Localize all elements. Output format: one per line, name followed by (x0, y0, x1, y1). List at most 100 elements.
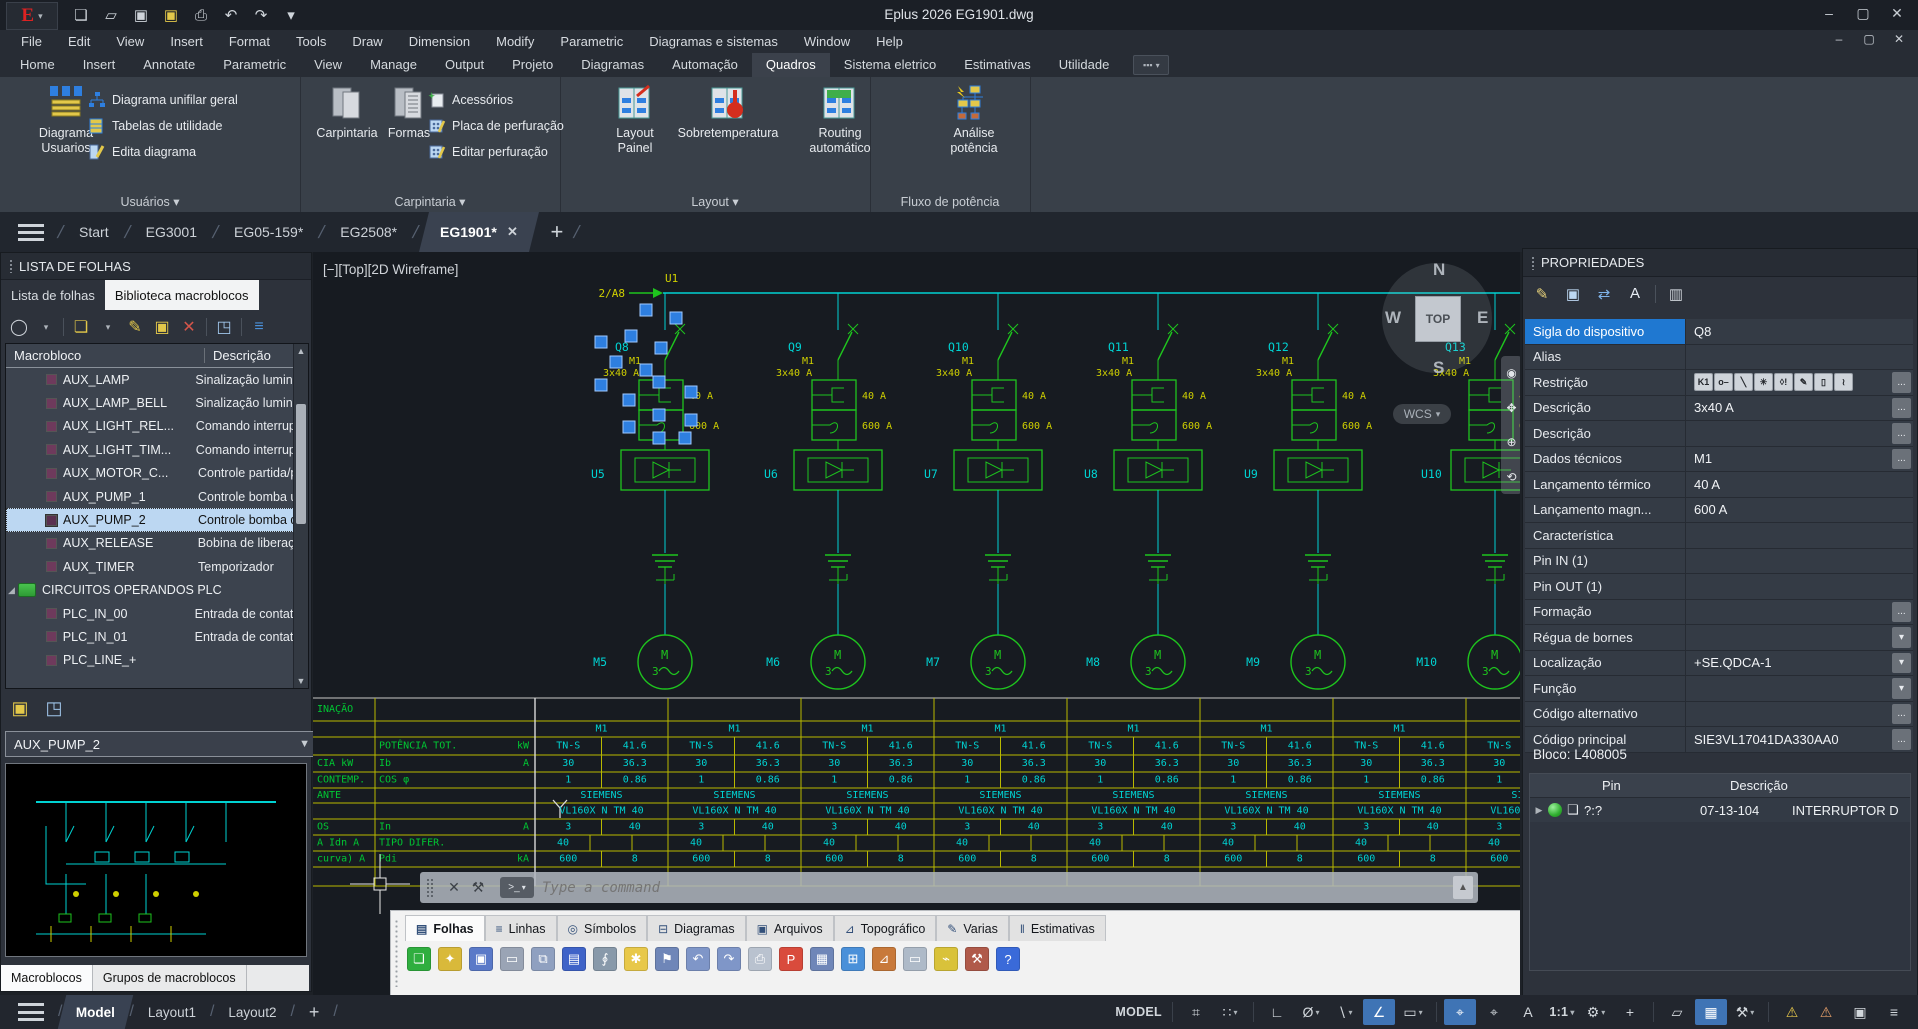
delete-macro-icon[interactable]: ✕ (179, 317, 199, 337)
minimize-button[interactable]: – (1824, 28, 1854, 50)
isodraft-icon[interactable]: ∖▾ (1329, 999, 1361, 1025)
save-sheet-icon[interactable]: ▣ (469, 947, 493, 971)
sheet-panel-header[interactable]: LISTA DE FOLHAS (1, 253, 311, 280)
close-icon[interactable]: ✕ (507, 224, 518, 240)
scroll-down-icon[interactable]: ▼ (294, 674, 308, 688)
grid-icon[interactable]: ⌗ (1180, 999, 1212, 1025)
command-input[interactable] (540, 879, 1453, 897)
frame-icon[interactable]: ▭ (903, 947, 927, 971)
command-line[interactable]: ✕ ⚒ >_ ▾ ▲ (420, 872, 1478, 903)
palette-tab-estimativas[interactable]: ‖Estimativas (1009, 915, 1106, 941)
wcs-dropdown[interactable]: WCS▾ (1393, 404, 1451, 424)
scroll-up-icon[interactable]: ▲ (294, 344, 308, 358)
help-icon[interactable]: ? (996, 947, 1020, 971)
more-button[interactable]: ... (1892, 449, 1911, 470)
ribbon-tab-output[interactable]: Output (431, 53, 498, 77)
ribbon-button-diagrama-unifilar-geral[interactable]: Diagrama unifilar geral (88, 87, 238, 112)
row-expand-icon[interactable]: ▶ (1530, 805, 1548, 816)
drawing-tab-start[interactable]: Start (63, 212, 125, 252)
column-header-descricao[interactable]: Descrição (205, 348, 271, 363)
command-prompt-icon[interactable]: >_ ▾ (500, 877, 534, 898)
edit-macro-icon[interactable]: ✎ (125, 317, 145, 337)
menu-edit[interactable]: Edit (55, 30, 103, 53)
drawing-canvas[interactable]: 2/A8U1Q8M13x40 A40 A600 AU5M3M5Q9M13x40 … (313, 252, 1520, 995)
dynamic-input-icon[interactable]: ▭▾ (1397, 999, 1429, 1025)
drawing-tab-eg2508[interactable]: EG2508* (324, 212, 413, 252)
tags-icon[interactable]: ▣ (1562, 283, 1584, 305)
scale-button[interactable]: 1:1▾ (1546, 999, 1578, 1025)
dropdown-icon[interactable]: ▾ (36, 317, 56, 337)
restriction-icon[interactable]: o– (1714, 373, 1733, 391)
macroblock-row-circuitos-operandos-plc[interactable]: ◢CIRCUITOS OPERANDOS PLC (6, 579, 308, 602)
property-row-c-digo-alternativo[interactable]: Código alternativo... (1525, 702, 1913, 728)
new-layout-button[interactable]: + (295, 995, 334, 1029)
macroblock-row-aux-motor-c-[interactable]: AUX_MOTOR_C...Controle partida/p... (6, 462, 308, 485)
palette-tab-topogr-fico[interactable]: ⊿Topográfico (834, 915, 937, 941)
viewcube-west[interactable]: W (1385, 308, 1401, 328)
macroblock-row-aux-release[interactable]: AUX_RELEASEBobina de liberação (6, 532, 308, 555)
ribbon-tab-annotate[interactable]: Annotate (129, 53, 209, 77)
snap-icon[interactable]: ∷▾ (1214, 999, 1246, 1025)
more-button[interactable]: ... (1892, 398, 1911, 419)
clip-icon[interactable]: ∮ (593, 947, 617, 971)
property-row-sigla-do-dispositivo[interactable]: Sigla do dispositivoQ8 (1525, 319, 1913, 345)
edit-properties-icon[interactable]: ✎ (1531, 283, 1553, 305)
macroblock-row-plc-in-00[interactable]: PLC_IN_00Entrada de contato... (6, 602, 308, 625)
card-icon[interactable]: ▭ (500, 947, 524, 971)
gear-icon[interactable]: ⚙▾ (1580, 999, 1612, 1025)
menu-icon[interactable] (18, 1003, 44, 1021)
orbit-icon[interactable]: ⟲ (1506, 470, 1516, 484)
macroblock-row-plc-line-[interactable]: PLC_LINE_+ (6, 649, 308, 672)
properties-header[interactable]: PROPRIEDADES (1523, 249, 1917, 277)
restriction-icon[interactable]: K1 (1694, 373, 1713, 391)
property-row-r-gua-de-bornes[interactable]: Régua de bornes▾ (1525, 625, 1913, 651)
sync-icon[interactable]: ⇄ (1593, 283, 1615, 305)
footer-tab-grupos-de-macroblocos[interactable]: Grupos de macroblocos (93, 965, 247, 991)
palette-tab-s-mbolos[interactable]: ◎Símbolos (557, 915, 648, 941)
panel-icon[interactable]: ▥ (1665, 283, 1687, 305)
more-button[interactable]: ... (1892, 704, 1911, 725)
macroblock-row-aux-light-rel-[interactable]: AUX_LIGHT_REL...Comando interrupt... (6, 415, 308, 438)
restriction-icon[interactable]: ◊! (1774, 373, 1793, 391)
wizard-icon[interactable]: ✦ (438, 947, 462, 971)
wrench-icon[interactable]: ⚒▾ (1729, 999, 1761, 1025)
copy-sheet-icon[interactable]: ⧉ (531, 947, 555, 971)
ribbon-tab-quadros[interactable]: Quadros (752, 53, 830, 77)
undo-icon[interactable]: ↶ (220, 4, 242, 26)
monitor-icon[interactable]: ▦ (810, 947, 834, 971)
menu-insert[interactable]: Insert (157, 30, 216, 53)
zoom-icon[interactable]: ⊕ (1506, 435, 1516, 449)
model-space-button[interactable]: MODEL (1112, 999, 1165, 1025)
grid-blocks-icon[interactable]: ⊞ (841, 947, 865, 971)
menu-view[interactable]: View (103, 30, 157, 53)
property-row-alias[interactable]: Alias (1525, 345, 1913, 371)
search-icon[interactable]: ◯ (9, 317, 29, 337)
ortho-icon[interactable]: ∟ (1261, 999, 1293, 1025)
broom-icon[interactable]: ⌁ (934, 947, 958, 971)
palette-tab-linhas[interactable]: ≡Linhas (485, 915, 557, 941)
hammer-icon[interactable]: ⚒ (965, 947, 989, 971)
ribbon-button-tabelas-de-utilidade[interactable]: Tabelas de utilidade (88, 113, 223, 138)
steering-wheel-icon[interactable]: ◉ (1506, 366, 1516, 380)
pin-table-row[interactable]: ▶❑?:?07-13-104INTERRUPTOR D (1530, 798, 1910, 822)
new-file-icon[interactable]: ❏ (70, 4, 92, 26)
property-row-restri-o[interactable]: RestriçãoK1o–╲✳◊!✎▯≀... (1525, 370, 1913, 396)
book-icon[interactable]: ▤ (562, 947, 586, 971)
warning2-icon[interactable]: ⚠ (1810, 999, 1842, 1025)
osnap-marker-icon[interactable]: ⌖ (1444, 999, 1476, 1025)
plot-icon[interactable]: ⎙ (190, 4, 212, 26)
snap-tracking-icon[interactable]: ⌖ (1478, 999, 1510, 1025)
footer-tab-macroblocos[interactable]: Macroblocos (1, 965, 93, 991)
translate-icon[interactable]: A (1624, 283, 1646, 305)
macroblock-row-aux-pump-1[interactable]: AUX_PUMP_1Controle bomba ú... (6, 485, 308, 508)
bookmark-icon[interactable]: ⚑ (655, 947, 679, 971)
property-row-pin-out-1-[interactable]: Pin OUT (1) (1525, 574, 1913, 600)
tree-expand-icon[interactable]: ◢ (8, 585, 18, 596)
menu-icon[interactable]: ≡ (1878, 999, 1910, 1025)
ribbon-tab-diagramas[interactable]: Diagramas (567, 53, 658, 77)
application-menu-button[interactable]: E ▾ (6, 2, 58, 30)
drawing-tab-eg3001[interactable]: EG3001 (130, 212, 213, 252)
close-icon[interactable]: ✕ (442, 876, 466, 900)
property-row-descri-o[interactable]: Descrição3x40 A... (1525, 396, 1913, 422)
drag-grip-icon[interactable] (1531, 256, 1535, 270)
